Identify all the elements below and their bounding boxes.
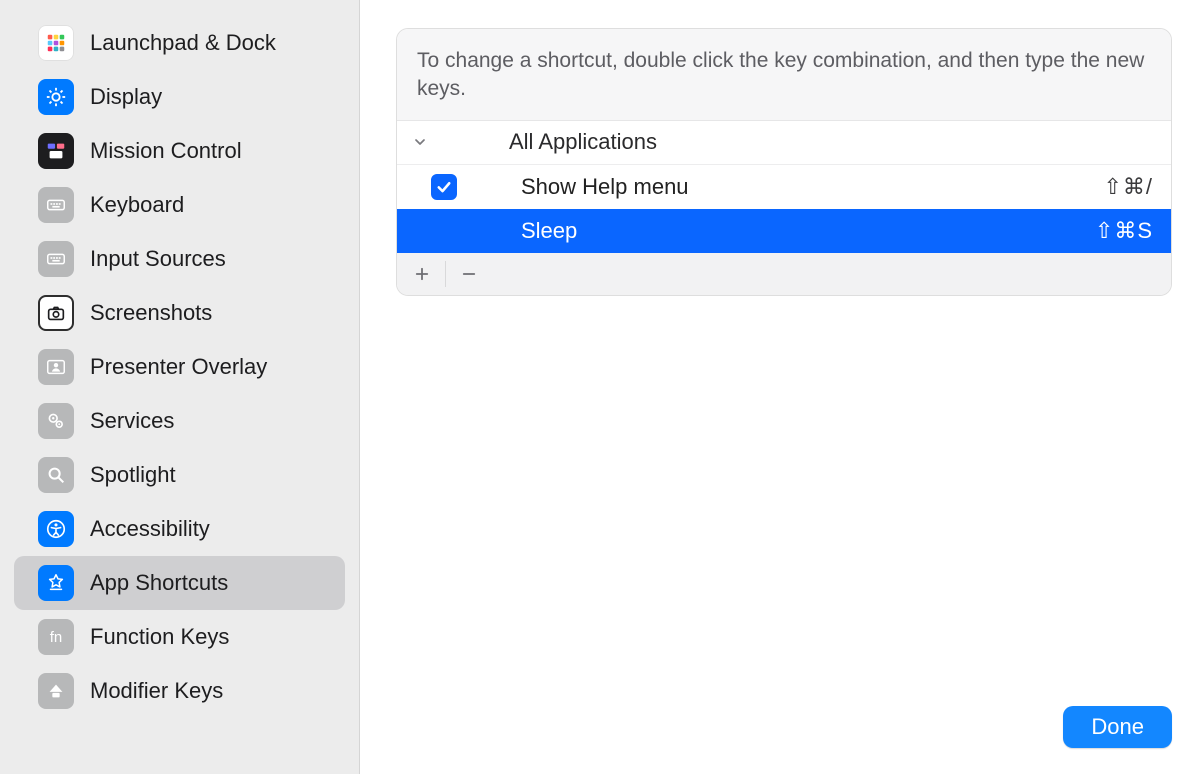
sidebar: Launchpad & Dock Display Mission Control… (0, 0, 360, 774)
modifier-icon (38, 673, 74, 709)
sidebar-item-label: Accessibility (90, 516, 210, 542)
shortcut-checkbox[interactable] (431, 174, 457, 200)
sidebar-item-label: Keyboard (90, 192, 184, 218)
services-icon (38, 403, 74, 439)
camera-icon (38, 295, 74, 331)
fn-icon: fn (38, 619, 74, 655)
sidebar-item-spotlight[interactable]: Spotlight (14, 448, 345, 502)
keyboard-icon (38, 187, 74, 223)
sidebar-item-services[interactable]: Services (14, 394, 345, 448)
shortcut-keys[interactable]: ⇧⌘/ (1103, 174, 1153, 200)
sidebar-item-label: Input Sources (90, 246, 226, 272)
sidebar-item-label: Function Keys (90, 624, 229, 650)
divider (445, 261, 446, 287)
shortcut-row[interactable]: Show Help menu ⇧⌘/ (397, 165, 1171, 209)
sidebar-item-input-sources[interactable]: Input Sources (14, 232, 345, 286)
app-shortcuts-icon (38, 565, 74, 601)
mission-control-icon (38, 133, 74, 169)
chevron-down-icon[interactable] (409, 131, 431, 153)
sidebar-item-label: Services (90, 408, 174, 434)
sidebar-item-function-keys[interactable]: fn Function Keys (14, 610, 345, 664)
sidebar-item-label: App Shortcuts (90, 570, 228, 596)
shortcut-label: Sleep (521, 218, 1095, 244)
main-pane: To change a shortcut, double click the k… (360, 0, 1200, 774)
shortcuts-panel: To change a shortcut, double click the k… (396, 28, 1172, 296)
sidebar-item-mission-control[interactable]: Mission Control (14, 124, 345, 178)
add-shortcut-button[interactable] (407, 259, 437, 289)
sidebar-item-keyboard[interactable]: Keyboard (14, 178, 345, 232)
sidebar-item-label: Spotlight (90, 462, 176, 488)
sidebar-item-screenshots[interactable]: Screenshots (14, 286, 345, 340)
sidebar-item-label: Modifier Keys (90, 678, 223, 704)
remove-shortcut-button[interactable] (454, 259, 484, 289)
sidebar-item-accessibility[interactable]: Accessibility (14, 502, 345, 556)
shortcuts-group-row[interactable]: All Applications (397, 121, 1171, 165)
sidebar-item-app-shortcuts[interactable]: App Shortcuts (14, 556, 345, 610)
shortcut-label: Show Help menu (521, 174, 1103, 200)
shortcut-row[interactable]: Sleep ⇧⌘S (397, 209, 1171, 253)
panel-help-text: To change a shortcut, double click the k… (397, 29, 1171, 121)
sidebar-item-label: Presenter Overlay (90, 354, 267, 380)
sidebar-item-label: Display (90, 84, 162, 110)
sidebar-item-label: Mission Control (90, 138, 242, 164)
sidebar-item-modifier-keys[interactable]: Modifier Keys (14, 664, 345, 718)
sidebar-item-launchpad-dock[interactable]: Launchpad & Dock (14, 16, 345, 70)
presenter-icon (38, 349, 74, 385)
launchpad-icon (38, 25, 74, 61)
shortcut-keys[interactable]: ⇧⌘S (1095, 218, 1153, 244)
sidebar-item-presenter-overlay[interactable]: Presenter Overlay (14, 340, 345, 394)
done-button[interactable]: Done (1063, 706, 1172, 748)
sidebar-item-label: Screenshots (90, 300, 212, 326)
brightness-icon (38, 79, 74, 115)
sidebar-item-label: Launchpad & Dock (90, 30, 276, 56)
sidebar-item-display[interactable]: Display (14, 70, 345, 124)
shortcuts-group-label: All Applications (509, 129, 657, 155)
search-icon (38, 457, 74, 493)
panel-footer-actions (397, 253, 1171, 295)
input-sources-icon (38, 241, 74, 277)
accessibility-icon (38, 511, 74, 547)
